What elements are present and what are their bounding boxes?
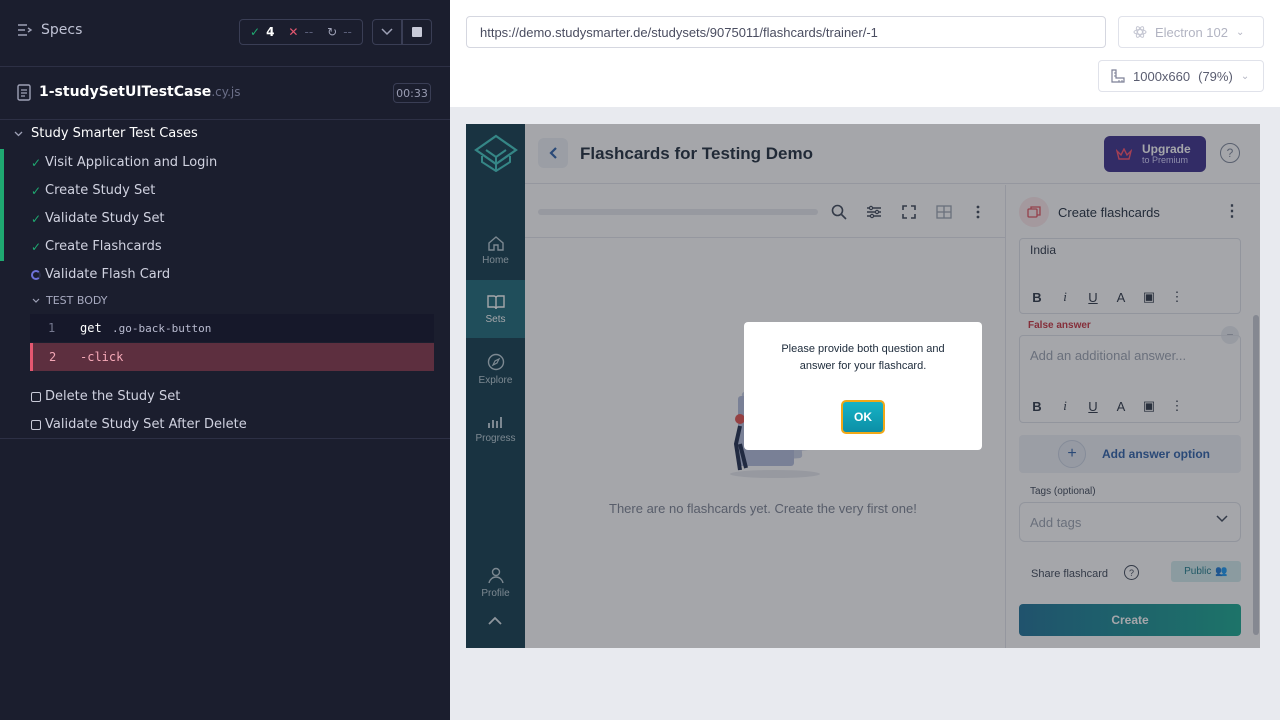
test-label: Create Study Set bbox=[45, 183, 156, 198]
command-row[interactable]: 1 get .go-back-button bbox=[30, 314, 434, 342]
checkbox-icon bbox=[30, 391, 42, 403]
pass-indicator bbox=[0, 205, 4, 233]
check-icon: ✓ bbox=[30, 156, 42, 170]
specs-toggle[interactable]: Specs bbox=[17, 22, 82, 38]
test-item[interactable]: Validate Study Set After Delete bbox=[0, 411, 450, 439]
pass-indicator bbox=[0, 233, 4, 261]
command-arg: .go-back-button bbox=[112, 321, 212, 335]
pending-icon: ↻ bbox=[327, 25, 338, 39]
failed-count: -- bbox=[304, 25, 314, 39]
check-icon: ✓ bbox=[30, 240, 42, 254]
passed-count: 4 bbox=[266, 25, 275, 39]
test-stats: ✓ 4 ✕ -- ↻ -- bbox=[239, 19, 363, 45]
command-name: -click bbox=[80, 350, 124, 364]
pass-indicator bbox=[0, 149, 4, 177]
chevron-down-icon bbox=[14, 131, 23, 136]
spec-file-header: 1-studySetUITestCase.cy.js 00:33 bbox=[0, 66, 450, 120]
pass-indicator bbox=[0, 177, 4, 205]
test-item[interactable]: ✓ Validate Study Set bbox=[0, 205, 450, 233]
command-number: 2 bbox=[49, 350, 57, 364]
check-icon: ✓ bbox=[250, 25, 261, 39]
test-item-running[interactable]: Validate Flash Card bbox=[0, 261, 450, 289]
app-under-test: Home Sets Explore Progress Profile Flash… bbox=[466, 124, 1260, 648]
test-label: Delete the Study Set bbox=[45, 389, 181, 404]
spec-name: 1-studySetUITestCase.cy.js bbox=[39, 84, 241, 100]
spec-extension: .cy.js bbox=[211, 85, 241, 99]
electron-icon bbox=[1133, 26, 1147, 38]
spec-duration: 00:33 bbox=[393, 83, 431, 103]
test-item[interactable]: Delete the Study Set bbox=[0, 383, 450, 411]
document-icon bbox=[17, 84, 31, 101]
viewport-zoom: (79%) bbox=[1198, 68, 1233, 84]
expand-dropdown-button[interactable] bbox=[372, 19, 402, 45]
test-label: Create Flashcards bbox=[45, 239, 162, 254]
viewport-selector[interactable]: 1000x660 (79%) ⌄ bbox=[1098, 60, 1264, 92]
command-number: 1 bbox=[48, 321, 56, 335]
suite-header[interactable]: Study Smarter Test Cases bbox=[14, 126, 198, 141]
test-label: Validate Study Set bbox=[45, 211, 165, 226]
command-row-failed[interactable]: 2 -click bbox=[30, 343, 434, 371]
browser-selector[interactable]: Electron 102 ⌄ bbox=[1118, 16, 1264, 48]
chevron-down-icon: ⌄ bbox=[1240, 70, 1250, 82]
test-item[interactable]: ✓ Create Flashcards bbox=[0, 233, 450, 261]
ok-button[interactable]: OK bbox=[841, 400, 885, 434]
browser-name: Electron 102 bbox=[1155, 24, 1228, 40]
browser-chrome: https://demo.studysmarter.de/studysets/9… bbox=[450, 0, 1280, 107]
pending-count: -- bbox=[343, 25, 352, 39]
test-item[interactable]: ✓ Visit Application and Login bbox=[0, 149, 450, 177]
suite-title: Study Smarter Test Cases bbox=[31, 126, 198, 141]
alert-message: Please provide both question and answer … bbox=[781, 343, 945, 372]
spinner-icon bbox=[30, 269, 42, 281]
test-label: Validate Flash Card bbox=[45, 267, 171, 282]
divider bbox=[0, 438, 450, 439]
spec-filename: 1-studySetUITestCase bbox=[39, 84, 212, 100]
specs-title: Specs bbox=[41, 22, 83, 38]
chevron-down-icon bbox=[32, 298, 40, 303]
ruler-icon bbox=[1111, 69, 1125, 83]
menu-collapse-icon bbox=[18, 24, 33, 36]
alert-dialog: Please provide both question and answer … bbox=[744, 322, 982, 450]
cypress-runner-panel: Specs ✓ 4 ✕ -- ↻ -- 1-studySetUITestCase… bbox=[0, 0, 450, 720]
specs-header: Specs ✓ 4 ✕ -- ↻ -- bbox=[0, 0, 450, 66]
test-label: Validate Study Set After Delete bbox=[45, 417, 247, 432]
test-body-title: TEST BODY bbox=[46, 294, 108, 307]
stop-button[interactable] bbox=[402, 19, 432, 45]
command-name: get bbox=[80, 321, 102, 335]
test-body-header[interactable]: TEST BODY bbox=[32, 294, 107, 307]
chevron-down-icon bbox=[381, 28, 393, 36]
viewport-size: 1000x660 bbox=[1133, 68, 1191, 84]
check-icon: ✓ bbox=[30, 212, 42, 226]
x-icon: ✕ bbox=[288, 25, 299, 39]
checkbox-icon bbox=[30, 419, 42, 431]
check-icon: ✓ bbox=[30, 184, 42, 198]
stop-icon bbox=[412, 27, 422, 37]
url-bar[interactable]: https://demo.studysmarter.de/studysets/9… bbox=[466, 16, 1106, 48]
chevron-down-icon: ⌄ bbox=[1236, 26, 1245, 38]
test-item[interactable]: ✓ Create Study Set bbox=[0, 177, 450, 205]
test-label: Visit Application and Login bbox=[45, 155, 218, 170]
